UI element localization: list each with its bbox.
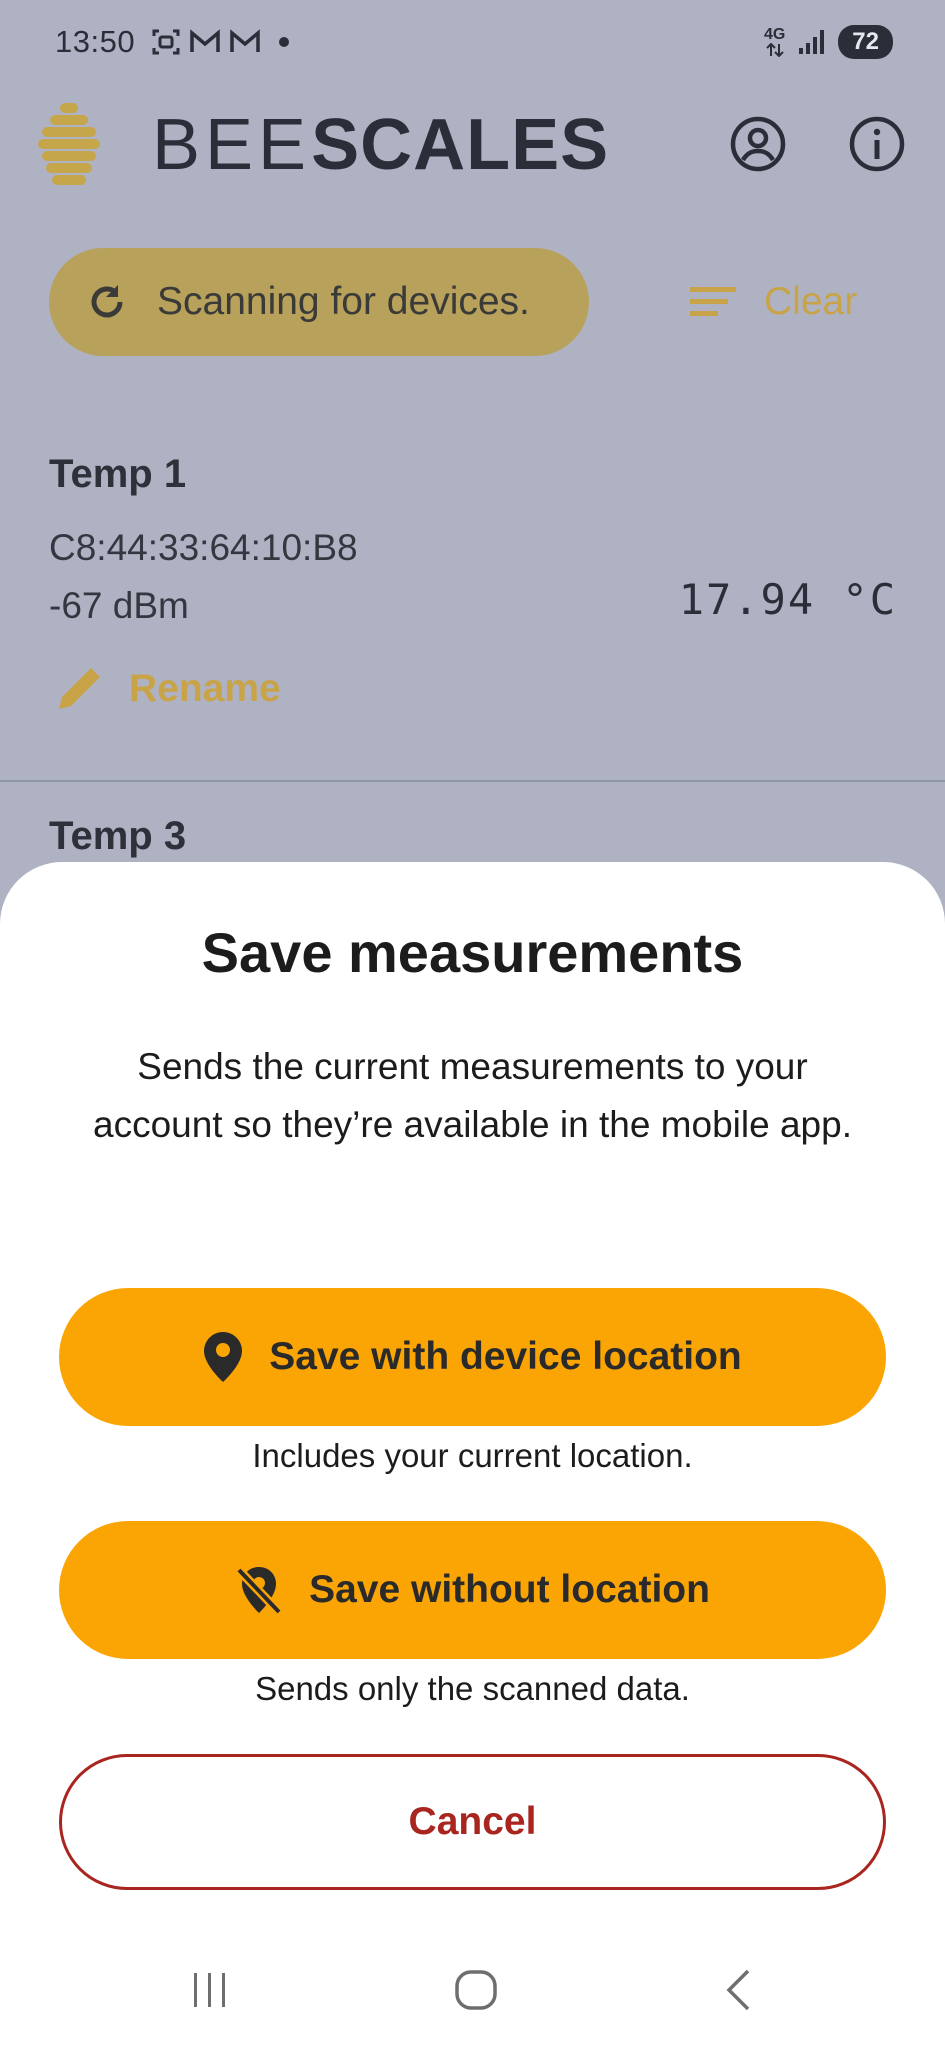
location-off-icon xyxy=(235,1566,283,1616)
save-without-location-helper: Sends only the scanned data. xyxy=(255,1670,690,1707)
device-name: Temp 3 xyxy=(49,814,187,858)
sheet-description: Sends the current measurements to your a… xyxy=(93,1046,852,1145)
sheet-title: Save measurements xyxy=(201,921,744,984)
list-divider xyxy=(0,780,945,782)
rename-button-label: Rename xyxy=(129,667,281,710)
gmail-icon xyxy=(230,29,260,52)
network-type-icon: 4G xyxy=(764,27,785,57)
save-without-location-button[interactable]: Save without location xyxy=(59,1521,886,1659)
location-pin-icon xyxy=(204,1332,243,1382)
system-navigation-bar xyxy=(0,1940,945,2040)
save-without-location-label: Save without location xyxy=(309,1568,710,1611)
screenshot-icon xyxy=(152,29,180,55)
rename-button[interactable]: Rename xyxy=(55,665,281,713)
save-with-location-label: Save with device location xyxy=(269,1335,742,1378)
more-notifications-dot xyxy=(279,37,290,47)
pencil-icon xyxy=(59,668,100,709)
device-signal-strength: -67 dBm xyxy=(49,585,189,626)
clear-list-icon xyxy=(690,287,736,316)
refresh-icon xyxy=(91,285,123,318)
back-icon[interactable] xyxy=(710,1960,770,2020)
cancel-button[interactable]: Cancel xyxy=(59,1754,886,1890)
battery-indicator: 72 xyxy=(838,25,893,59)
save-with-location-helper: Includes your current location. xyxy=(252,1437,693,1474)
scan-button[interactable]: Scanning for devices. xyxy=(49,248,589,356)
save-with-location-button[interactable]: Save with device location xyxy=(59,1288,886,1426)
app-logo-wordmark: BEESCALES xyxy=(152,105,610,185)
clear-button[interactable]: Clear xyxy=(690,270,857,334)
recent-apps-icon[interactable] xyxy=(180,1960,240,2020)
status-time: 13:50 xyxy=(55,24,136,59)
device-name: Temp 1 xyxy=(49,452,187,496)
clear-button-label: Clear xyxy=(764,280,858,323)
account-icon[interactable] xyxy=(729,115,787,173)
beehive-logo-icon xyxy=(38,103,100,185)
save-measurements-sheet: Save measurements Sends the current meas… xyxy=(0,862,945,2048)
info-icon[interactable] xyxy=(848,115,906,173)
device-temperature: 17.94 °C xyxy=(678,575,897,624)
scan-button-label: Scanning for devices. xyxy=(157,280,530,323)
status-indicators: 4G 72 xyxy=(764,25,893,59)
device-mac-address: C8:44:33:64:10:B8 xyxy=(49,527,358,568)
app-header: BEESCALES xyxy=(0,95,945,195)
home-icon[interactable] xyxy=(446,1960,506,2020)
gmail-icon xyxy=(190,29,220,52)
notification-icons xyxy=(151,27,290,57)
status-bar: 13:50 4G 72 xyxy=(0,0,945,84)
signal-strength-icon xyxy=(799,30,825,54)
